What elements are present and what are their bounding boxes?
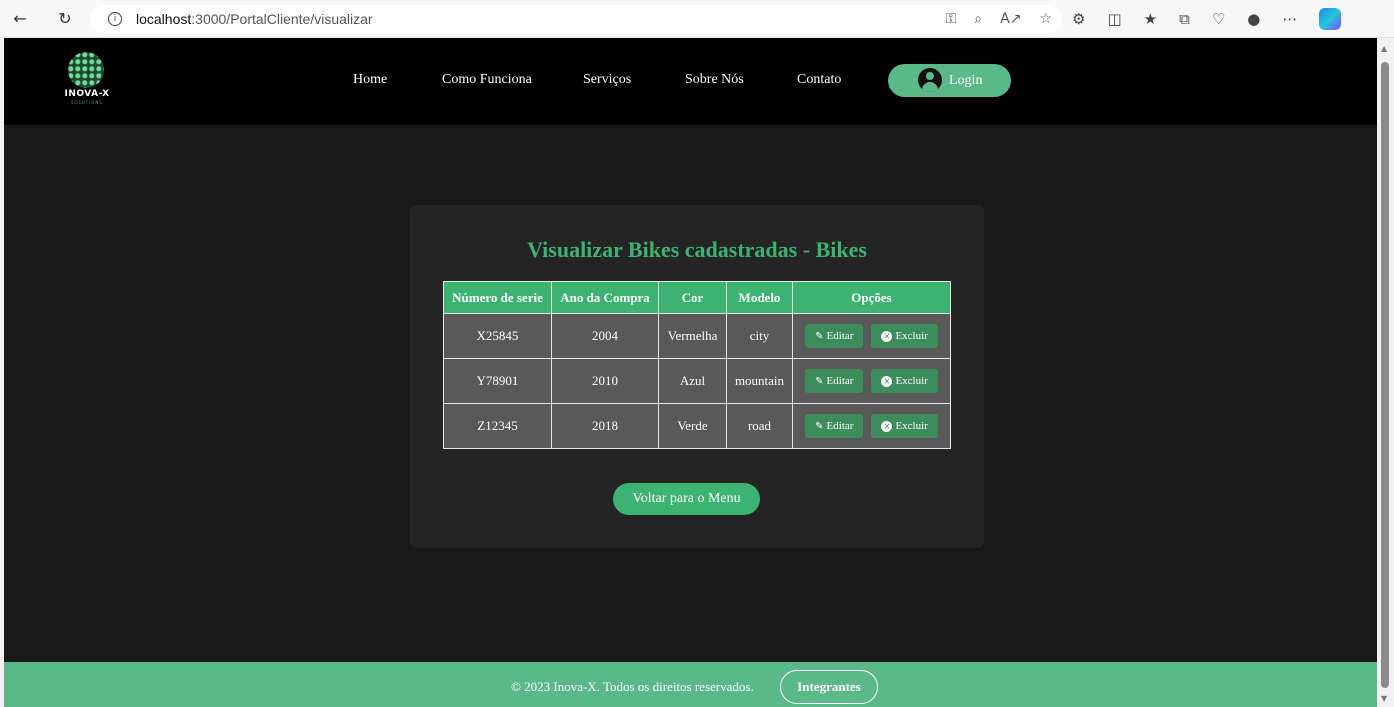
edit-button[interactable]: ✎ Editar [805,414,864,438]
key-icon[interactable]: ⚿ [946,11,957,27]
profile-icon[interactable]: ● [1247,10,1260,28]
edit-icon: ✎ [815,330,824,342]
scrollbar[interactable]: ▲ ▼ [1377,38,1394,707]
team-button[interactable]: Integrantes [780,670,878,704]
delete-label: Excluir [895,420,928,432]
cell-serie: X25845 [443,313,552,359]
logo-name: INOVA-X [64,89,110,99]
url-host: localhost [136,11,192,27]
delete-button[interactable]: ✕ Excluir [871,324,938,348]
address-bar[interactable]: i localhost:3000/PortalCliente/visualiza… [90,5,1062,33]
zoom-icon[interactable]: ⌕ [974,11,982,27]
heartbeat-icon[interactable]: ♡ [1212,10,1225,28]
column-header: Modelo [726,281,793,314]
nav-sobre-nos[interactable]: Sobre Nós [685,72,744,88]
table-row: X25845 2004 Vermelha city ✎ Editar ✕ Exclu… [443,313,951,359]
scroll-down-icon[interactable]: ▼ [1381,694,1387,703]
login-label: Login [949,72,983,88]
favorites-icon[interactable]: ★ [1144,10,1157,28]
info-icon[interactable]: i [108,12,122,26]
login-button[interactable]: Login [888,64,1011,97]
column-header: Cor [658,281,727,314]
cell-options: ✎ Editar ✕ Excluir [792,358,951,404]
url-path: :3000/PortalCliente/visualizar [191,11,373,27]
edit-label: Editar [826,330,854,342]
split-screen-icon[interactable]: ◫ [1107,10,1121,28]
bikes-table: Número de serie Ano da Compra Cor Modelo… [443,281,951,449]
table-row: Y78901 2010 Azul mountain ✎ Editar ✕ Exclu… [443,358,951,404]
cell-options: ✎ Editar ✕ Excluir [792,313,951,359]
cell-cor: Vermelha [658,313,727,359]
star-icon[interactable]: ☆ [1039,11,1052,27]
cell-cor: Azul [658,358,727,404]
logo[interactable]: INOVA-X SOLUTIONS [62,52,112,108]
delete-button[interactable]: ✕ Excluir [871,414,938,438]
globe-icon [68,52,104,88]
close-circle-icon: ✕ [881,330,893,342]
cell-ano: 2010 [551,358,659,404]
edit-label: Editar [826,420,854,432]
extensions-icon[interactable]: ⚙ [1072,10,1085,28]
cell-serie: Z12345 [443,403,552,449]
refresh-icon[interactable]: ↻ [45,0,85,38]
edit-button[interactable]: ✎ Editar [805,324,864,348]
more-icon[interactable]: ⋯ [1282,10,1297,28]
cell-modelo: city [726,313,793,359]
delete-label: Excluir [895,330,928,342]
logo-sub: SOLUTIONS [71,100,103,105]
bikes-card: Visualizar Bikes cadastradas - Bikes Núm… [410,205,984,548]
cell-ano: 2018 [551,403,659,449]
edit-icon: ✎ [815,420,824,432]
edit-icon: ✎ [815,375,824,387]
cell-modelo: road [726,403,793,449]
site-header: INOVA-X SOLUTIONS Home Como Funciona Ser… [4,38,1377,125]
nav-contato[interactable]: Contato [797,72,841,88]
close-circle-icon: ✕ [881,420,893,432]
cell-cor: Verde [658,403,727,449]
cell-serie: Y78901 [443,358,552,404]
copilot-icon[interactable] [1319,8,1342,30]
column-header: Opções [792,281,951,314]
edit-button[interactable]: ✎ Editar [805,369,864,393]
browser-toolbar: ← ↻ i localhost:3000/PortalCliente/visua… [0,0,1394,38]
table-header-row: Número de serie Ano da Compra Cor Modelo… [443,281,951,314]
page-viewport: INOVA-X SOLUTIONS Home Como Funciona Ser… [4,38,1377,707]
nav-como-funciona[interactable]: Como Funciona [442,72,532,88]
delete-label: Excluir [895,375,928,387]
back-icon[interactable]: ← [0,0,40,38]
site-footer: © 2023 Inova-X. Todos os direitos reserv… [4,662,1377,707]
cell-options: ✎ Editar ✕ Excluir [792,403,951,449]
close-circle-icon: ✕ [881,375,893,387]
collections-icon[interactable]: ⧉ [1179,10,1190,28]
page-title: Visualizar Bikes cadastradas - Bikes [527,237,867,262]
copyright-text: © 2023 Inova-X. Todos os direitos reserv… [511,679,754,694]
column-header: Número de serie [443,281,552,314]
scroll-up-icon[interactable]: ▲ [1381,44,1387,53]
nav-home[interactable]: Home [353,72,387,88]
user-icon [918,68,942,92]
read-aloud-icon[interactable]: A↗ [1000,11,1021,27]
back-to-menu-button[interactable]: Voltar para o Menu [613,483,760,515]
scrollbar-thumb[interactable] [1381,62,1389,688]
column-header: Ano da Compra [551,281,659,314]
cell-ano: 2004 [551,313,659,359]
cell-modelo: mountain [726,358,793,404]
edit-label: Editar [826,375,854,387]
nav-servicos[interactable]: Serviços [583,72,631,88]
table-row: Z12345 2018 Verde road ✎ Editar ✕ Excluir [443,403,951,449]
delete-button[interactable]: ✕ Excluir [871,369,938,393]
